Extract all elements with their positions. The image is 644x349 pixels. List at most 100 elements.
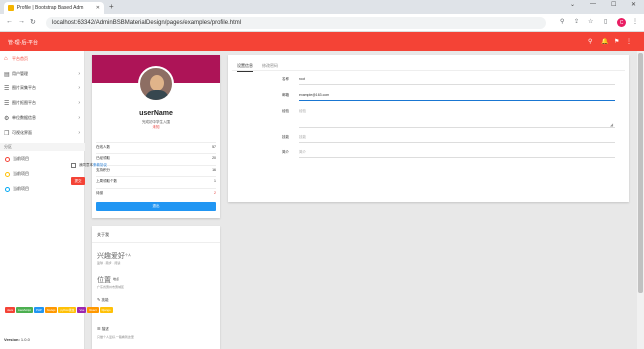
sidebar-item-image-cutout[interactable]: ☰ 图片抠图平台 ›: [0, 97, 85, 109]
tab-change-password[interactable]: 修改密码: [262, 63, 278, 69]
about-card: 关于我 兴趣爱好 个人 篮球 · 跑步 · 阅读 位置 地点 广东省惠州市惠城区…: [92, 226, 220, 349]
sidebar-item-users[interactable]: ▤ 用户管理 ›: [0, 68, 85, 80]
stat-row: 待缴 2: [96, 188, 216, 197]
share-icon[interactable]: ⇪: [574, 18, 579, 25]
back-icon[interactable]: ←: [6, 18, 13, 25]
reload-icon[interactable]: ↻: [30, 18, 36, 26]
description-text: 只做个人爱好,一路看到这里: [97, 335, 134, 339]
sidebar-item-label: 单位数据信息: [12, 115, 36, 120]
profile-card: userName 完成初中学生入围 未知 在线人数 57 已经领取 20 支持积…: [92, 55, 220, 218]
skill-tag: PHP: [33, 307, 44, 313]
bookmark-star-icon[interactable]: ☆: [588, 18, 593, 25]
browser-tab[interactable]: Profile | Bootstrap Based Adm ✕: [4, 2, 104, 14]
ring-icon: [5, 156, 10, 162]
sidebar-toggle-icon[interactable]: ▯: [604, 18, 607, 25]
submit-button[interactable]: 提交: [71, 177, 85, 185]
field-underline: [299, 84, 615, 85]
url-text: localhost:63342/AdminBSBMaterialDesign/p…: [52, 20, 242, 26]
agree-text: 我同意本: [79, 163, 93, 167]
terms-link[interactable]: 条款协议: [93, 163, 107, 167]
url-field[interactable]: localhost:63342/AdminBSBMaterialDesign/p…: [46, 17, 546, 29]
skill-tag: JavaScript: [15, 307, 33, 313]
sidebar-item-unit-data[interactable]: ⚙ 单位数据信息 ›: [0, 112, 85, 124]
field-label-experience: 经验: [282, 109, 289, 113]
field-label-intro: 简介: [282, 150, 289, 154]
sidebar-item-visual[interactable]: ❐ 可视化界面 ›: [0, 127, 85, 139]
flag-icon[interactable]: ⚑: [614, 38, 619, 45]
stat-value: 2: [214, 191, 216, 195]
page-scrollbar[interactable]: [637, 51, 644, 349]
zoom-icon[interactable]: ⚲: [560, 18, 564, 25]
copy-icon: ❐: [4, 130, 10, 137]
list-icon: ☰: [4, 100, 10, 107]
stat-value: 57: [212, 145, 216, 149]
skills-list: Java JavaScript PHP Nodejs python爬虫 Vue …: [5, 307, 123, 313]
skill-tag: Vue: [77, 307, 87, 313]
app-brand[interactable]: 管-理-后-平台: [8, 39, 38, 46]
browser-tab-bar: Profile | Bootstrap Based Adm ✕ + ⌄ — ☐ …: [0, 0, 644, 14]
skills-label: 技能: [101, 298, 109, 302]
skills-header: ✎ 技能: [97, 297, 108, 303]
avatar: [138, 66, 174, 102]
sidebar-item-label: 平台首页: [12, 56, 28, 61]
stat-label: 已经领取: [96, 155, 110, 160]
browser-menu-icon[interactable]: ⋮: [632, 18, 638, 25]
sidebar-section-header: 分区: [0, 143, 85, 151]
profile-username: userName: [139, 110, 173, 117]
stat-label: 上周领取个数: [96, 178, 117, 183]
version-label: Version:: [4, 337, 20, 342]
notes-icon: ☰: [97, 326, 101, 331]
tab-divider: [232, 70, 625, 71]
skill-tag: Java: [5, 307, 15, 313]
chevron-right-icon: ›: [78, 71, 80, 77]
stat-value: 16: [212, 168, 216, 172]
notifications-icon[interactable]: 🔔: [601, 38, 608, 45]
sidebar-item-image-collect[interactable]: ☰ 图片采集平台 ›: [0, 82, 85, 94]
settings-card: 设置信息 修改密码 名称 root 邮箱 example@163.com 经验 …: [228, 55, 629, 202]
maximize-icon[interactable]: ☐: [611, 1, 616, 8]
sidebar-item-label: 用户管理: [12, 71, 28, 76]
sidebar-item-home[interactable]: ⌂ 平台首页: [0, 53, 85, 65]
name-field[interactable]: root: [299, 77, 305, 81]
users-icon: ▤: [4, 71, 10, 78]
logout-button[interactable]: 退出: [96, 202, 216, 211]
agree-checkbox[interactable]: [71, 163, 76, 168]
tab-title: Profile | Bootstrap Based Adm: [16, 5, 84, 11]
tab-close-icon[interactable]: ✕: [96, 5, 100, 11]
location-detail: 广东省惠州市惠城区: [97, 285, 125, 289]
stat-row: 支持积分 16: [96, 165, 216, 174]
field-underline: [299, 142, 615, 143]
search-icon[interactable]: ⚲: [588, 38, 592, 45]
intro-field[interactable]: 简介: [299, 150, 306, 155]
version-info: Version: 1.0.0: [4, 337, 30, 342]
close-window-icon[interactable]: ✕: [631, 1, 636, 8]
about-title: 关于我: [97, 232, 109, 237]
chevron-right-icon: ›: [78, 100, 80, 106]
email-field[interactable]: example@163.com: [299, 93, 329, 97]
sidebar-item-label: 图片抠图平台: [12, 100, 36, 105]
experience-textarea[interactable]: 经验: [299, 109, 306, 114]
tab-list-icon[interactable]: ⌄: [570, 1, 575, 8]
field-label-email: 邮箱: [282, 93, 289, 97]
more-vert-icon[interactable]: ⋮: [626, 38, 632, 45]
minimize-icon[interactable]: —: [590, 1, 596, 7]
field-label-name: 名称: [282, 77, 289, 81]
ring-icon: [5, 171, 10, 177]
forward-icon[interactable]: →: [18, 18, 25, 25]
skill-tag: python爬虫: [58, 307, 77, 313]
scrollbar-thumb[interactable]: [638, 53, 643, 293]
divider: [92, 242, 220, 243]
sidebar-item-label: 图片采集平台: [12, 85, 36, 90]
interest-heading: 兴趣爱好: [97, 253, 125, 260]
sidebar-item-label: 可视化界面: [12, 130, 32, 135]
sidebar-item-label: 当前项目: [13, 156, 29, 161]
desc-label: 描述: [101, 327, 109, 331]
field-underline: [299, 157, 615, 158]
resize-handle-icon[interactable]: ◢: [610, 122, 613, 127]
new-tab-icon[interactable]: +: [109, 2, 114, 11]
version-number: 1.0.0: [20, 337, 30, 342]
profile-avatar[interactable]: C: [617, 18, 626, 27]
stat-row: 上周领取个数 1: [96, 176, 216, 185]
skills-field[interactable]: 技能: [299, 135, 306, 140]
stat-row: 在线人数 57: [96, 142, 216, 151]
